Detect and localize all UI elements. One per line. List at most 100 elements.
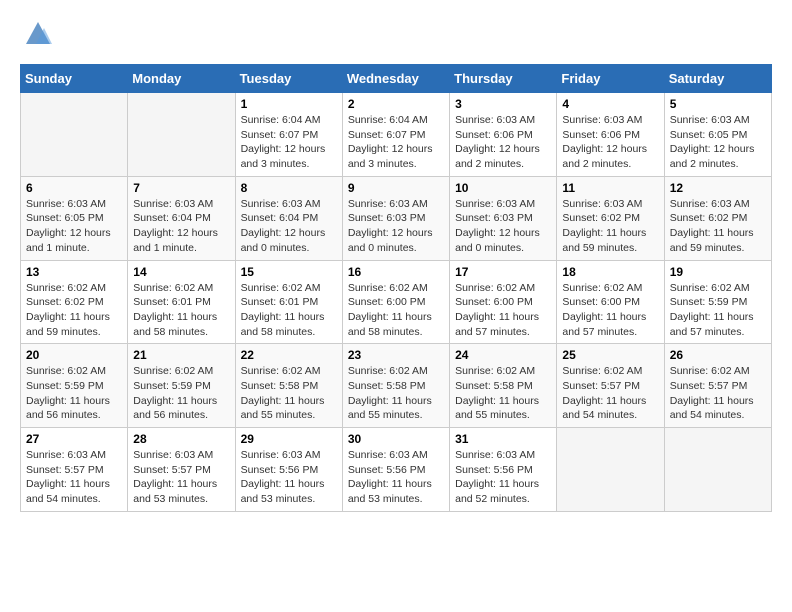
day-number: 18: [562, 265, 658, 279]
calendar-cell: 6 Sunrise: 6:03 AM Sunset: 6:05 PM Daylig…: [21, 176, 128, 260]
day-info: Sunrise: 6:02 AM Sunset: 5:58 PM Dayligh…: [455, 364, 551, 423]
calendar-week-row: 13Sunrise: 6:02 AM Sunset: 6:02 PM Dayli…: [21, 260, 772, 344]
calendar-cell: 8 Sunrise: 6:03 AM Sunset: 6:04 PM Daylig…: [235, 176, 342, 260]
calendar-week-row: 6 Sunrise: 6:03 AM Sunset: 6:05 PM Daylig…: [21, 176, 772, 260]
calendar-cell: 3 Sunrise: 6:03 AM Sunset: 6:06 PM Daylig…: [450, 93, 557, 177]
header-day-friday: Friday: [557, 65, 664, 93]
header-day-thursday: Thursday: [450, 65, 557, 93]
header-day-tuesday: Tuesday: [235, 65, 342, 93]
day-info: Sunrise: 6:04 AM Sunset: 6:07 PM Dayligh…: [241, 113, 337, 172]
day-number: 25: [562, 348, 658, 362]
calendar-week-row: 20Sunrise: 6:02 AM Sunset: 5:59 PM Dayli…: [21, 344, 772, 428]
day-number: 9: [348, 181, 444, 195]
calendar-cell: 29 Sunrise: 6:03 AM Sunset: 5:56 PM Dayli…: [235, 428, 342, 512]
calendar-cell: 17 Sunrise: 6:02 AM Sunset: 6:00 PM Dayli…: [450, 260, 557, 344]
day-number: 7: [133, 181, 229, 195]
calendar-cell: [21, 93, 128, 177]
calendar-cell: 15 Sunrise: 6:02 AM Sunset: 6:01 PM Dayli…: [235, 260, 342, 344]
day-number: 11: [562, 181, 658, 195]
day-number: 5: [670, 97, 766, 111]
day-number: 28: [133, 432, 229, 446]
day-number: 1: [241, 97, 337, 111]
day-info: Sunrise: 6:03 AM Sunset: 6:06 PM Dayligh…: [455, 113, 551, 172]
day-number: 22: [241, 348, 337, 362]
calendar-header: SundayMondayTuesdayWednesdayThursdayFrid…: [21, 65, 772, 93]
day-info: Sunrise: 6:02 AM Sunset: 6:00 PM Dayligh…: [562, 281, 658, 340]
calendar-cell: 21 Sunrise: 6:02 AM Sunset: 5:59 PM Dayli…: [128, 344, 235, 428]
day-info: Sunrise: 6:03 AM Sunset: 6:05 PM Dayligh…: [670, 113, 766, 172]
calendar-cell: 20Sunrise: 6:02 AM Sunset: 5:59 PM Dayli…: [21, 344, 128, 428]
day-number: 6: [26, 181, 122, 195]
calendar-cell: 31Sunrise: 6:03 AM Sunset: 5:56 PM Dayli…: [450, 428, 557, 512]
calendar-cell: 13Sunrise: 6:02 AM Sunset: 6:02 PM Dayli…: [21, 260, 128, 344]
day-number: 29: [241, 432, 337, 446]
logo-icon: [24, 20, 52, 48]
day-info: Sunrise: 6:03 AM Sunset: 5:56 PM Dayligh…: [241, 448, 337, 507]
calendar-week-row: 27Sunrise: 6:03 AM Sunset: 5:57 PM Dayli…: [21, 428, 772, 512]
header-day-saturday: Saturday: [664, 65, 771, 93]
header-day-sunday: Sunday: [21, 65, 128, 93]
day-info: Sunrise: 6:03 AM Sunset: 5:57 PM Dayligh…: [133, 448, 229, 507]
day-info: Sunrise: 6:02 AM Sunset: 5:57 PM Dayligh…: [562, 364, 658, 423]
calendar-cell: 16Sunrise: 6:02 AM Sunset: 6:00 PM Dayli…: [342, 260, 449, 344]
day-info: Sunrise: 6:02 AM Sunset: 5:59 PM Dayligh…: [670, 281, 766, 340]
day-number: 8: [241, 181, 337, 195]
calendar-cell: 2 Sunrise: 6:04 AM Sunset: 6:07 PM Daylig…: [342, 93, 449, 177]
day-number: 24: [455, 348, 551, 362]
day-number: 23: [348, 348, 444, 362]
day-info: Sunrise: 6:03 AM Sunset: 6:06 PM Dayligh…: [562, 113, 658, 172]
day-info: Sunrise: 6:02 AM Sunset: 5:58 PM Dayligh…: [241, 364, 337, 423]
calendar-cell: 26 Sunrise: 6:02 AM Sunset: 5:57 PM Dayli…: [664, 344, 771, 428]
calendar-cell: 22 Sunrise: 6:02 AM Sunset: 5:58 PM Dayli…: [235, 344, 342, 428]
day-info: Sunrise: 6:02 AM Sunset: 5:59 PM Dayligh…: [26, 364, 122, 423]
calendar-cell: 24 Sunrise: 6:02 AM Sunset: 5:58 PM Dayli…: [450, 344, 557, 428]
logo: [20, 20, 52, 48]
day-info: Sunrise: 6:03 AM Sunset: 6:04 PM Dayligh…: [241, 197, 337, 256]
day-number: 16: [348, 265, 444, 279]
calendar-cell: [664, 428, 771, 512]
day-info: Sunrise: 6:03 AM Sunset: 6:05 PM Dayligh…: [26, 197, 122, 256]
day-info: Sunrise: 6:03 AM Sunset: 6:03 PM Dayligh…: [348, 197, 444, 256]
day-number: 21: [133, 348, 229, 362]
day-info: Sunrise: 6:02 AM Sunset: 5:59 PM Dayligh…: [133, 364, 229, 423]
day-info: Sunrise: 6:03 AM Sunset: 5:57 PM Dayligh…: [26, 448, 122, 507]
header-day-monday: Monday: [128, 65, 235, 93]
day-number: 30: [348, 432, 444, 446]
calendar-cell: 23 Sunrise: 6:02 AM Sunset: 5:58 PM Dayli…: [342, 344, 449, 428]
day-info: Sunrise: 6:03 AM Sunset: 6:02 PM Dayligh…: [670, 197, 766, 256]
calendar-cell: 11 Sunrise: 6:03 AM Sunset: 6:02 PM Dayli…: [557, 176, 664, 260]
day-number: 12: [670, 181, 766, 195]
calendar-cell: 28 Sunrise: 6:03 AM Sunset: 5:57 PM Dayli…: [128, 428, 235, 512]
day-info: Sunrise: 6:04 AM Sunset: 6:07 PM Dayligh…: [348, 113, 444, 172]
calendar-cell: 14 Sunrise: 6:02 AM Sunset: 6:01 PM Dayli…: [128, 260, 235, 344]
day-info: Sunrise: 6:03 AM Sunset: 6:02 PM Dayligh…: [562, 197, 658, 256]
day-number: 14: [133, 265, 229, 279]
day-number: 26: [670, 348, 766, 362]
day-number: 17: [455, 265, 551, 279]
calendar-cell: 30 Sunrise: 6:03 AM Sunset: 5:56 PM Dayli…: [342, 428, 449, 512]
day-number: 4: [562, 97, 658, 111]
day-info: Sunrise: 6:02 AM Sunset: 5:58 PM Dayligh…: [348, 364, 444, 423]
day-info: Sunrise: 6:02 AM Sunset: 6:01 PM Dayligh…: [241, 281, 337, 340]
page-header: [20, 20, 772, 48]
day-number: 2: [348, 97, 444, 111]
calendar-cell: 1 Sunrise: 6:04 AM Sunset: 6:07 PM Daylig…: [235, 93, 342, 177]
calendar-table: SundayMondayTuesdayWednesdayThursdayFrid…: [20, 64, 772, 512]
calendar-cell: 10Sunrise: 6:03 AM Sunset: 6:03 PM Dayli…: [450, 176, 557, 260]
day-number: 3: [455, 97, 551, 111]
day-number: 15: [241, 265, 337, 279]
calendar-cell: 9 Sunrise: 6:03 AM Sunset: 6:03 PM Daylig…: [342, 176, 449, 260]
day-info: Sunrise: 6:02 AM Sunset: 6:01 PM Dayligh…: [133, 281, 229, 340]
calendar-cell: 4 Sunrise: 6:03 AM Sunset: 6:06 PM Daylig…: [557, 93, 664, 177]
day-info: Sunrise: 6:02 AM Sunset: 5:57 PM Dayligh…: [670, 364, 766, 423]
day-number: 13: [26, 265, 122, 279]
calendar-week-row: 1 Sunrise: 6:04 AM Sunset: 6:07 PM Daylig…: [21, 93, 772, 177]
calendar-cell: 19 Sunrise: 6:02 AM Sunset: 5:59 PM Dayli…: [664, 260, 771, 344]
calendar-cell: 5 Sunrise: 6:03 AM Sunset: 6:05 PM Daylig…: [664, 93, 771, 177]
day-info: Sunrise: 6:03 AM Sunset: 5:56 PM Dayligh…: [348, 448, 444, 507]
calendar-cell: 12 Sunrise: 6:03 AM Sunset: 6:02 PM Dayli…: [664, 176, 771, 260]
header-row: SundayMondayTuesdayWednesdayThursdayFrid…: [21, 65, 772, 93]
day-info: Sunrise: 6:02 AM Sunset: 6:00 PM Dayligh…: [455, 281, 551, 340]
day-info: Sunrise: 6:03 AM Sunset: 6:03 PM Dayligh…: [455, 197, 551, 256]
day-number: 19: [670, 265, 766, 279]
